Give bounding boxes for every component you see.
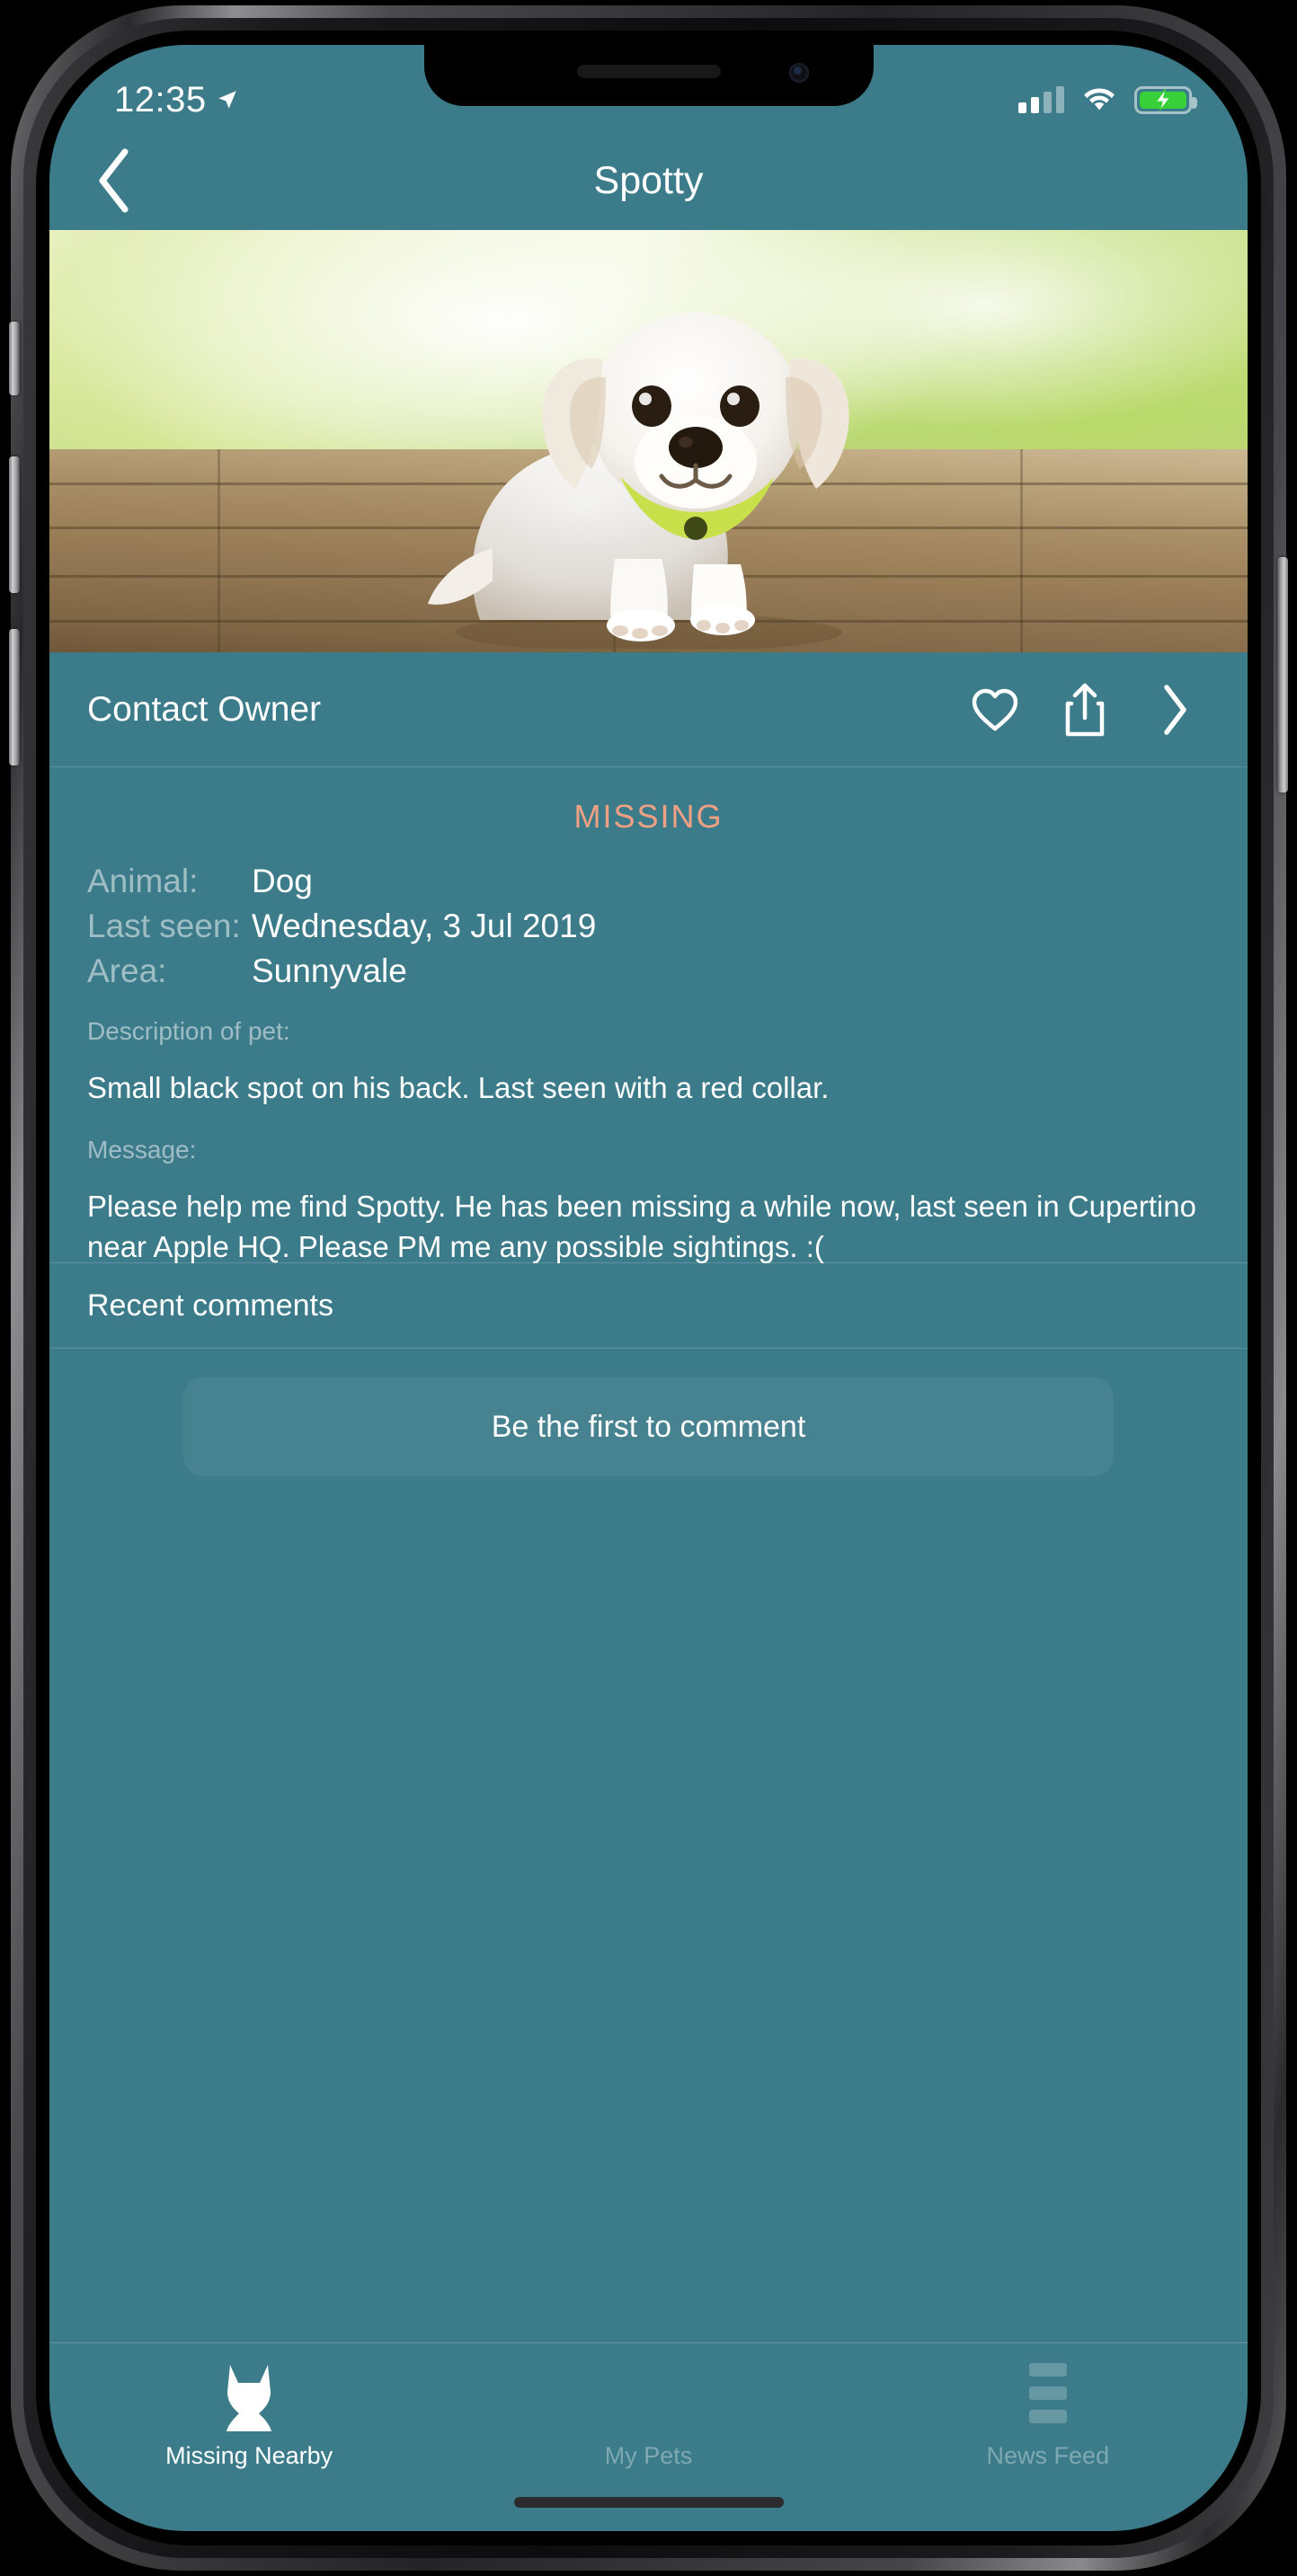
favorite-button[interactable] <box>969 682 1021 738</box>
volume-down-button[interactable] <box>9 629 20 766</box>
page-title: Spotty <box>593 158 704 202</box>
pet-details: MISSING Animal: Dog Last seen: Wednesday… <box>49 767 1248 1268</box>
location-arrow-icon <box>218 91 236 109</box>
status-time: 12:35 <box>114 79 207 120</box>
recent-comments-label: Recent comments <box>87 1288 333 1323</box>
detail-key: Animal: <box>87 863 199 899</box>
tab-news-feed[interactable]: News Feed <box>848 2363 1248 2470</box>
earpiece-speaker <box>576 65 721 78</box>
phone-screen: 12:35 Spotty Contact Owner MISSING Anima… <box>49 45 1248 2531</box>
chevron-right-icon <box>1164 684 1186 735</box>
back-button[interactable] <box>84 148 147 213</box>
tab-label: News Feed <box>986 2442 1110 2469</box>
contact-actions <box>969 682 1201 738</box>
tab-my-pets[interactable]: My Pets <box>449 2363 848 2470</box>
chevron-left-icon <box>99 148 129 213</box>
heart-icon <box>972 688 1018 730</box>
contact-owner-row[interactable]: Contact Owner <box>49 652 1248 767</box>
navigation-bar: Spotty <box>49 131 1248 230</box>
tab-missing-nearby[interactable]: Missing Nearby <box>49 2363 449 2470</box>
message-text: Please help me find Spotty. He has been … <box>87 1189 1196 1264</box>
detail-value: Wednesday, 3 Jul 2019 <box>252 907 597 944</box>
detail-row-last-seen: Last seen: Wednesday, 3 Jul 2019 <box>87 907 1210 945</box>
detail-key: Last seen: <box>87 907 241 944</box>
cat-silhouette-icon <box>218 2363 280 2433</box>
tab-label: My Pets <box>604 2442 693 2469</box>
screenshot-root: 12:35 Spotty Contact Owner MISSING Anima… <box>0 0 1297 2576</box>
detail-row-area: Area: Sunnyvale <box>87 952 1210 990</box>
battery-charging-icon <box>1134 85 1197 114</box>
paw-arcs-icon <box>614 2363 682 2433</box>
device-notch <box>423 45 874 106</box>
status-bar-right <box>1018 85 1197 114</box>
front-camera <box>788 63 809 83</box>
volume-up-button[interactable] <box>9 456 20 593</box>
puppy-illustration <box>427 313 849 649</box>
share-button[interactable] <box>1059 682 1111 738</box>
detail-value: Dog <box>252 863 313 899</box>
charging-bolt-icon <box>1155 88 1171 111</box>
message-label: Message: <box>87 1135 197 1164</box>
contact-owner-label: Contact Owner <box>87 689 322 729</box>
share-icon <box>1065 683 1105 736</box>
tab-label: Missing Nearby <box>165 2442 333 2469</box>
mute-switch-button[interactable] <box>9 322 20 395</box>
recent-comments-header: Recent comments <box>49 1262 1248 1349</box>
comment-button-container: Be the first to comment <box>49 1349 1248 1476</box>
wifi-icon <box>1084 88 1115 111</box>
be-first-to-comment-button[interactable]: Be the first to comment <box>183 1377 1114 1476</box>
detail-value: Sunnyvale <box>252 952 407 989</box>
home-indicator[interactable] <box>513 2497 784 2508</box>
description-label: Description of pet: <box>87 1017 290 1045</box>
cellular-signal-icon <box>1018 86 1064 113</box>
disclosure-button[interactable] <box>1149 682 1201 738</box>
status-badge: MISSING <box>573 798 724 835</box>
pet-photo[interactable] <box>49 230 1248 652</box>
list-lines-icon <box>1028 2363 1067 2433</box>
status-bar-left: 12:35 <box>114 80 239 120</box>
power-button[interactable] <box>1277 557 1288 792</box>
detail-key: Area: <box>87 952 167 989</box>
description-text: Small black spot on his back. Last seen … <box>87 1071 830 1104</box>
detail-row-animal: Animal: Dog <box>87 863 1210 900</box>
